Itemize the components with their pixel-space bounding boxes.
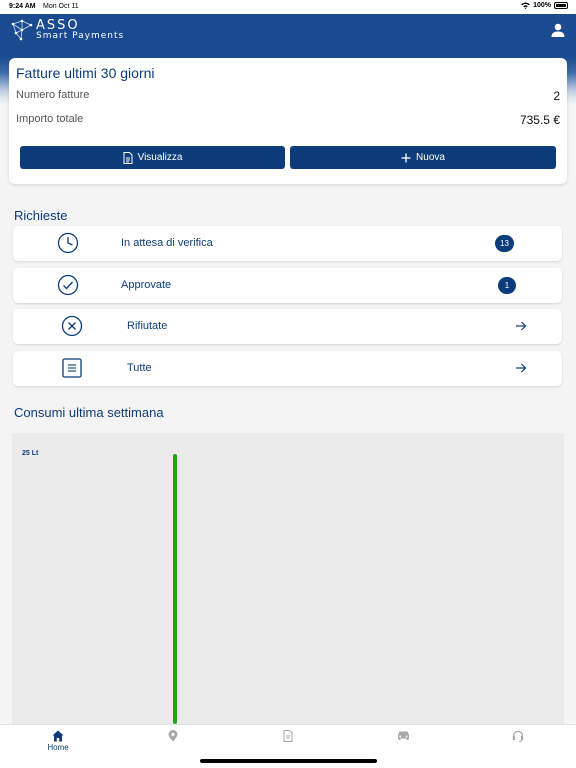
tab-home[interactable]: Home (38, 730, 78, 758)
status-right: 100% (521, 2, 568, 9)
clock-icon (57, 232, 79, 254)
invoices-card: Fatture ultimi 30 giorni Numero fatture … (9, 58, 567, 184)
logo-subtitle: Smart Payments (36, 31, 125, 41)
battery-percent: 100% (533, 2, 551, 9)
status-time: 9:24 AM (9, 3, 36, 10)
invoices-title: Fatture ultimi 30 giorni (16, 65, 155, 81)
x-circle-icon (61, 315, 83, 337)
logo: ASSO Smart Payments (10, 18, 124, 42)
request-approved-badge: 1 (498, 277, 516, 294)
arrow-right-icon (516, 321, 527, 331)
home-icon (52, 730, 64, 742)
tab-vehicles[interactable] (383, 730, 423, 758)
consumption-chart: 25 Lt (12, 433, 564, 724)
car-icon (397, 731, 409, 740)
user-icon (551, 23, 565, 37)
home-indicator (200, 759, 377, 763)
tab-home-label: Home (47, 743, 69, 752)
request-all-label: Tutte (127, 362, 152, 374)
invoice-count-label: Numero fatture (16, 89, 90, 101)
document-icon (123, 151, 133, 164)
request-pending[interactable]: In attesa di verifica 13 (13, 226, 562, 261)
view-button[interactable]: Visualizza (20, 146, 285, 169)
invoice-total-row: Importo totale 735.5 € (16, 113, 560, 127)
invoice-count-value: 2 (553, 89, 560, 103)
tab-support[interactable] (498, 730, 538, 758)
invoice-count-row: Numero fatture 2 (16, 89, 560, 103)
map-pin-icon (168, 730, 178, 742)
requests-title: Richieste (14, 208, 68, 223)
user-button[interactable] (550, 22, 566, 38)
list-icon (62, 358, 82, 378)
new-button[interactable]: Nuova (290, 146, 556, 169)
arrow-right-icon (516, 363, 527, 373)
new-button-label: Nuova (416, 152, 445, 163)
request-pending-label: In attesa di verifica (121, 237, 213, 249)
status-date: Mon Oct 11 (43, 3, 79, 10)
request-all[interactable]: Tutte (13, 351, 562, 386)
consumption-title: Consumi ultima settimana (14, 405, 164, 420)
document-icon (283, 730, 293, 742)
network-logo-icon (11, 19, 33, 41)
request-rejected-label: Rifiutate (127, 320, 168, 332)
request-rejected[interactable]: Rifiutate (13, 309, 562, 344)
request-approved[interactable]: Approvate 1 (13, 268, 562, 303)
battery-icon (554, 2, 568, 9)
check-circle-icon (57, 274, 79, 296)
invoice-total-label: Importo totale (16, 113, 84, 125)
invoice-total-value: 735.5 € (519, 113, 560, 127)
plus-icon (401, 153, 411, 162)
chart-bar (173, 454, 177, 724)
status-bar: 9:24 AM Mon Oct 11 100% (0, 0, 576, 14)
chart-plot (173, 454, 177, 724)
tab-map[interactable] (153, 730, 193, 758)
logo-text: ASSO Smart Payments (36, 19, 124, 41)
view-button-label: Visualizza (137, 152, 183, 163)
request-pending-badge: 13 (495, 235, 514, 252)
headset-icon (512, 730, 524, 742)
tab-documents[interactable] (268, 730, 308, 758)
request-approved-label: Approvate (121, 279, 172, 291)
wifi-icon (521, 2, 530, 9)
